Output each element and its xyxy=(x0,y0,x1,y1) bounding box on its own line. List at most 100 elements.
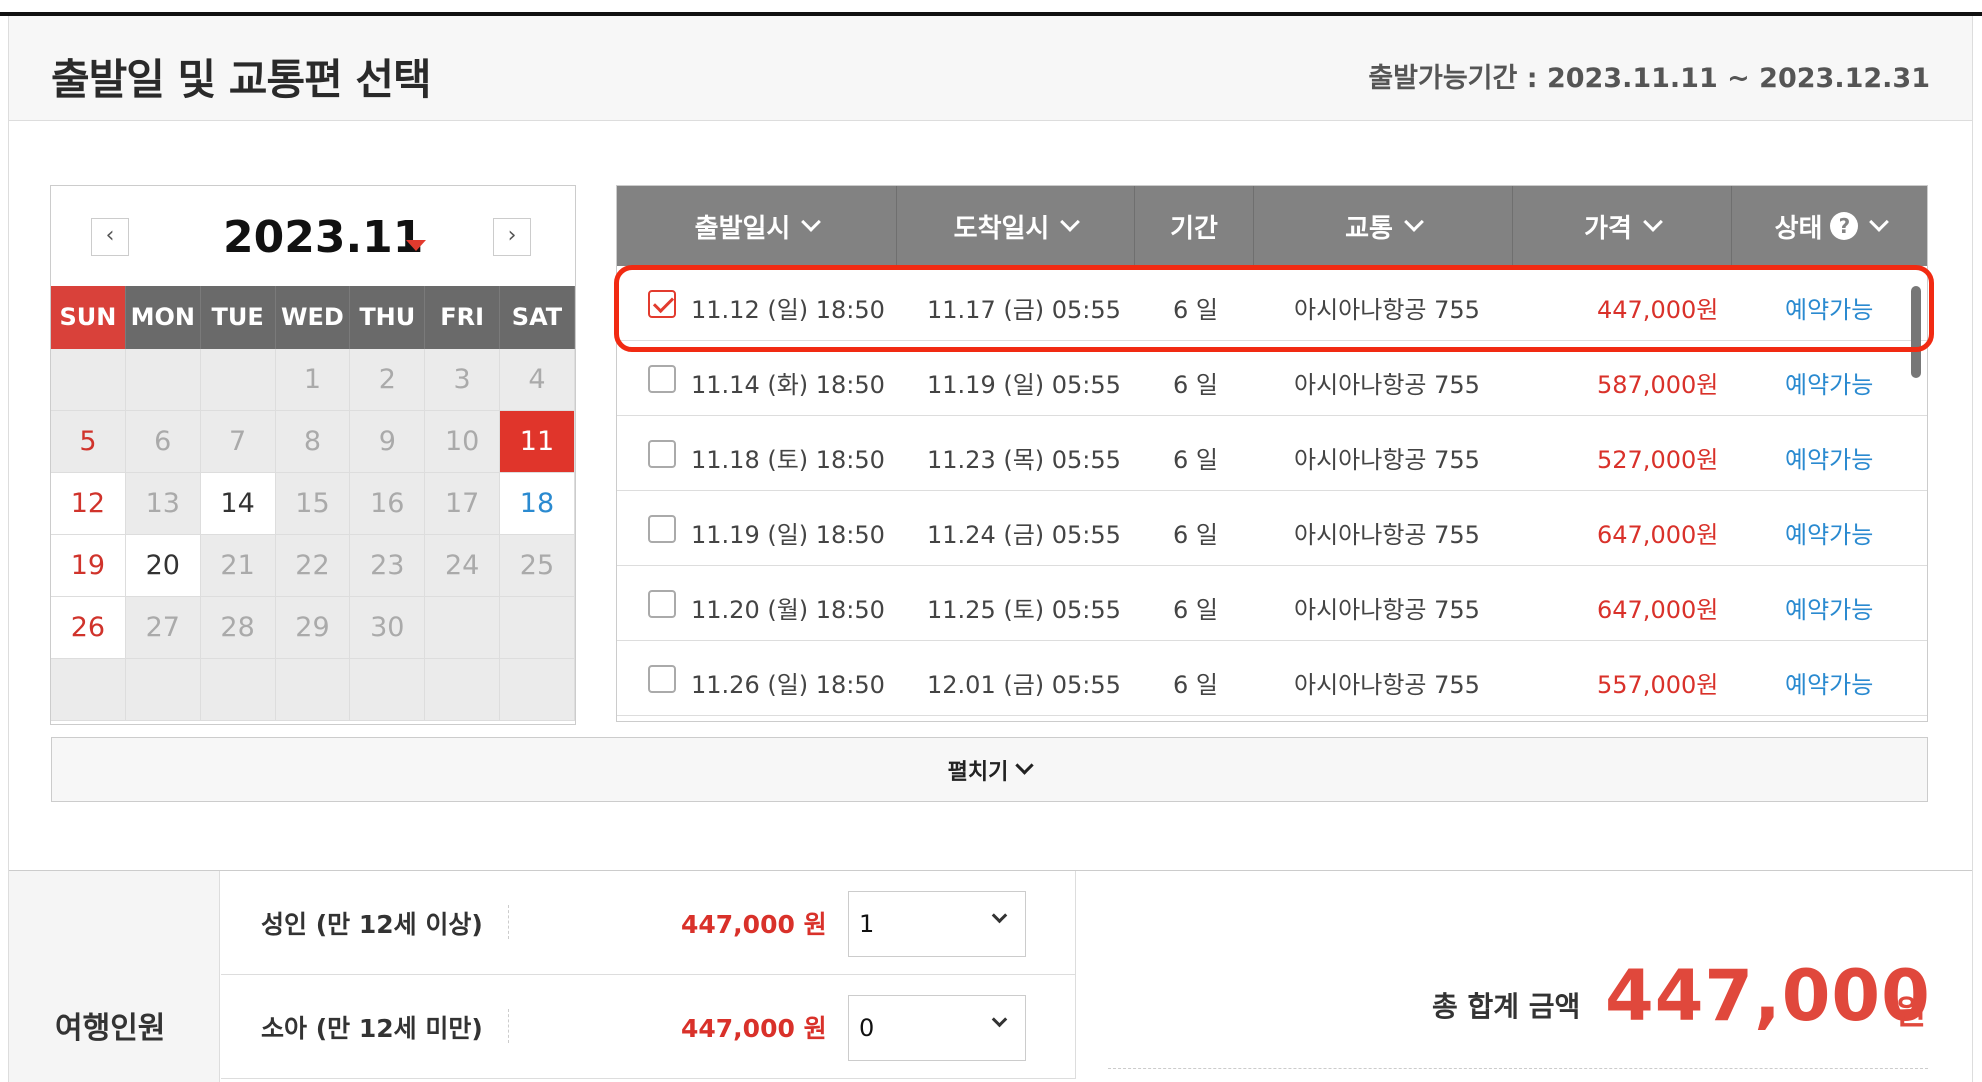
table-row[interactable]: 11.19 (일) 18:50 11.24 (금) 05:55 6 일 아시아나… xyxy=(617,491,1927,566)
depart-time: 11.20 (월) 18:50 xyxy=(691,596,885,624)
calendar-day: 22 xyxy=(275,535,351,597)
status: 예약가능 xyxy=(1785,371,1874,399)
adult-price: 447,000 원 xyxy=(681,910,827,939)
arrive-time: 11.19 (일) 05:55 xyxy=(927,371,1121,399)
chevron-down-icon xyxy=(801,212,822,232)
row-checkbox[interactable] xyxy=(648,515,676,543)
status: 예약가능 xyxy=(1785,521,1874,549)
child-count-select[interactable]: 0 xyxy=(848,995,1026,1061)
price: 647,000원 xyxy=(1597,596,1719,624)
calendar-day: 3 xyxy=(425,349,501,411)
calendar-day-available[interactable]: 20 xyxy=(125,535,201,597)
weekday-thu: THU xyxy=(350,286,426,349)
col-depart[interactable]: 출발일시 xyxy=(617,186,897,266)
price: 557,000원 xyxy=(1597,671,1719,699)
departure-period: 출발가능기간 : 2023.11.11 ~ 2023.12.31 xyxy=(1368,63,1930,94)
section-header: 출발일 및 교통편 선택 출발가능기간 : 2023.11.11 ~ 2023.… xyxy=(9,16,1972,121)
month-dropdown-icon[interactable] xyxy=(406,240,426,251)
col-status[interactable]: 상태? xyxy=(1732,186,1927,266)
calendar-nav: ‹ 2023.11 › xyxy=(51,186,575,282)
col-transport[interactable]: 교통 xyxy=(1254,186,1513,266)
adult-label: 성인 (만 12세 이상) xyxy=(261,910,483,939)
arrive-time: 11.24 (금) 05:55 xyxy=(927,521,1121,549)
calendar-day-available[interactable]: 19 xyxy=(51,535,126,597)
frame-right xyxy=(1972,16,1973,1082)
page-title: 출발일 및 교통편 선택 xyxy=(51,55,432,104)
transport: 아시아나항공 755 xyxy=(1294,371,1480,399)
duration: 6 일 xyxy=(1173,596,1218,624)
status: 예약가능 xyxy=(1785,446,1874,474)
calendar-day-available[interactable]: 14 xyxy=(200,473,276,535)
table-row[interactable]: 11.26 (일) 18:50 12.01 (금) 05:55 6 일 아시아나… xyxy=(617,641,1927,716)
table-row[interactable]: 11.20 (월) 18:50 11.25 (토) 05:55 6 일 아시아나… xyxy=(617,566,1927,641)
col-price[interactable]: 가격 xyxy=(1513,186,1732,266)
transport: 아시아나항공 755 xyxy=(1294,671,1480,699)
calendar-empty-cell xyxy=(500,659,575,721)
calendar-empty-cell xyxy=(125,349,201,411)
row-checkbox[interactable] xyxy=(648,440,676,468)
calendar-day-available[interactable]: 18 xyxy=(500,473,575,535)
calendar-day-available[interactable]: 26 xyxy=(51,597,126,659)
calendar-day: 1 xyxy=(275,349,351,411)
calendar-day: 25 xyxy=(500,535,575,597)
expand-button[interactable]: 펼치기 xyxy=(51,737,1928,802)
calendar-empty-cell xyxy=(350,659,426,721)
next-month-button[interactable]: › xyxy=(493,218,531,256)
calendar-empty-cell xyxy=(51,349,126,411)
table-row[interactable]: 11.14 (화) 18:50 11.19 (일) 05:55 6 일 아시아나… xyxy=(617,341,1927,416)
calendar-day: 13 xyxy=(125,473,201,535)
arrive-time: 11.23 (목) 05:55 xyxy=(927,446,1121,474)
arrive-time: 11.25 (토) 05:55 xyxy=(927,596,1121,624)
adult-count-select[interactable]: 1 xyxy=(848,891,1026,957)
calendar-empty-cell xyxy=(425,597,501,659)
row-checkbox[interactable] xyxy=(648,365,676,393)
child-count-value: 0 xyxy=(859,1014,875,1042)
weekday-fri: FRI xyxy=(425,286,501,349)
depart-time: 11.14 (화) 18:50 xyxy=(691,371,885,399)
price: 527,000원 xyxy=(1597,446,1719,474)
chevron-down-icon xyxy=(1643,212,1663,232)
duration: 6 일 xyxy=(1173,371,1218,399)
calendar-day: 29 xyxy=(275,597,351,659)
calendar-empty-cell xyxy=(275,659,351,721)
calendar: ‹ 2023.11 › SUN MON TUE WED THU FRI SAT … xyxy=(50,185,576,725)
col-duration: 기간 xyxy=(1135,186,1254,266)
calendar-empty-cell xyxy=(500,597,575,659)
calendar-day: 7 xyxy=(200,411,276,473)
calendar-day-available[interactable]: 12 xyxy=(51,473,126,535)
passenger-section-label: 여행인원 xyxy=(55,1011,166,1046)
calendar-day: 5 xyxy=(51,411,126,473)
calendar-day-selected[interactable]: 11 xyxy=(500,411,575,473)
duration: 6 일 xyxy=(1173,446,1218,474)
calendar-day: 9 xyxy=(350,411,426,473)
calendar-empty-cell xyxy=(51,659,126,721)
col-arrive[interactable]: 도착일시 xyxy=(897,186,1135,266)
chevron-down-icon xyxy=(1869,212,1890,232)
calendar-day: 8 xyxy=(275,411,351,473)
calendar-day: 10 xyxy=(425,411,501,473)
depart-time: 11.18 (토) 18:50 xyxy=(691,446,885,474)
row-checkbox[interactable] xyxy=(648,590,676,618)
depart-time: 11.19 (일) 18:50 xyxy=(691,521,885,549)
calendar-day: 16 xyxy=(350,473,426,535)
calendar-month[interactable]: 2023.11 xyxy=(223,212,423,263)
transport: 아시아나항공 755 xyxy=(1294,596,1480,624)
passenger-label-column: 여행인원 xyxy=(9,871,220,1082)
calendar-day: 4 xyxy=(500,349,575,411)
total-unit: 원 xyxy=(1895,993,1927,1033)
weekday-sun: SUN xyxy=(51,286,126,349)
weekday-mon: MON xyxy=(125,286,201,349)
calendar-empty-cell xyxy=(125,659,201,721)
prev-month-button[interactable]: ‹ xyxy=(91,218,129,256)
chevron-down-icon xyxy=(1404,212,1424,232)
row-checkbox[interactable] xyxy=(648,665,676,693)
total-label: 총 합계 금액 xyxy=(1432,990,1581,1023)
table-row[interactable]: 11.18 (토) 18:50 11.23 (목) 05:55 6 일 아시아나… xyxy=(617,416,1927,491)
child-price: 447,000 원 xyxy=(681,1014,827,1043)
divider xyxy=(508,905,509,939)
duration: 6 일 xyxy=(1173,671,1218,699)
col-duration-label: 기간 xyxy=(1170,213,1218,244)
adult-count-value: 1 xyxy=(859,910,875,938)
help-icon[interactable]: ? xyxy=(1830,212,1859,240)
calendar-empty-cell xyxy=(200,659,276,721)
